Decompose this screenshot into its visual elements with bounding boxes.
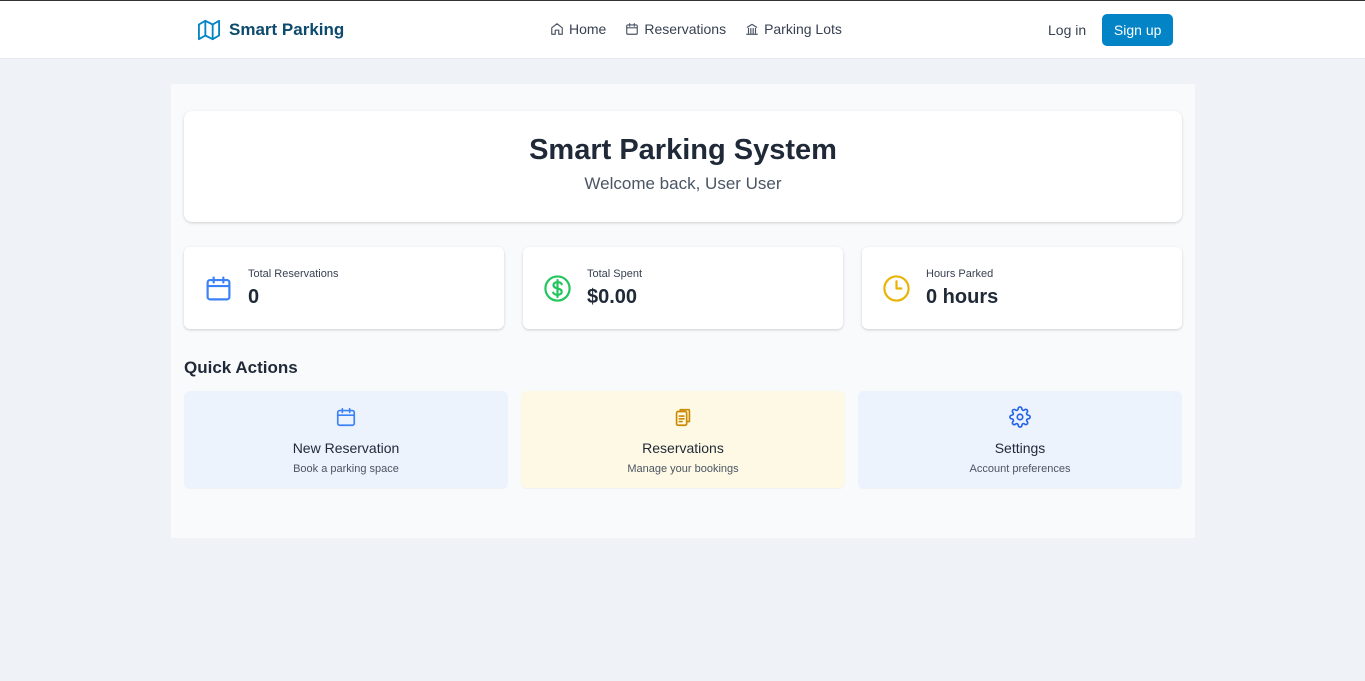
home-icon bbox=[551, 23, 563, 35]
stat-value: 0 bbox=[248, 286, 260, 308]
clipboard-icon bbox=[675, 408, 691, 427]
calendar-icon bbox=[206, 276, 231, 301]
stat-value: 0 hours bbox=[926, 286, 999, 308]
brand-name: Smart Parking bbox=[229, 20, 345, 39]
welcome-card: Smart Parking System Welcome back, User … bbox=[184, 111, 1182, 222]
page-title: Smart Parking System bbox=[529, 134, 837, 166]
action-subtitle: Book a parking space bbox=[293, 463, 399, 475]
nav-link-reservations[interactable]: Reservations bbox=[625, 21, 726, 37]
navbar: Smart Parking Home Reservations Parking … bbox=[0, 1, 1365, 59]
stat-label: Total Spent bbox=[587, 268, 643, 280]
new-reservation-card[interactable]: New Reservation Book a parking space bbox=[184, 391, 508, 488]
action-subtitle: Account preferences bbox=[969, 463, 1071, 475]
stat-card-hours-parked: Hours Parked 0 hours bbox=[862, 247, 1182, 329]
nav-link-label: Home bbox=[569, 21, 607, 37]
gear-icon bbox=[1009, 406, 1031, 428]
action-title: New Reservation bbox=[292, 440, 400, 456]
brand-logo[interactable]: Smart Parking bbox=[198, 19, 344, 41]
dashboard-container: Smart Parking System Welcome back, User … bbox=[171, 84, 1195, 538]
nav-link-label: Parking Lots bbox=[764, 21, 842, 37]
stats-row: Total Reservations 0 Total Spent $0.00 H… bbox=[184, 247, 1182, 329]
nav-link-parking-lots[interactable]: Parking Lots bbox=[745, 21, 842, 37]
clock-icon bbox=[883, 275, 910, 302]
quick-actions: New Reservation Book a parking space Res… bbox=[184, 391, 1182, 488]
action-title: Reservations bbox=[642, 440, 724, 456]
stat-label: Total Reservations bbox=[248, 268, 339, 280]
auth-actions: Log in Sign up bbox=[1048, 14, 1174, 46]
building-icon bbox=[746, 23, 758, 35]
calendar-icon bbox=[336, 407, 356, 427]
signup-button[interactable]: Sign up bbox=[1102, 14, 1174, 46]
nav-link-home[interactable]: Home bbox=[550, 21, 606, 37]
quick-actions-heading: Quick Actions bbox=[184, 358, 298, 377]
dollar-icon bbox=[544, 275, 571, 302]
stat-label: Hours Parked bbox=[926, 268, 994, 280]
action-subtitle: Manage your bookings bbox=[627, 463, 739, 475]
main-nav: Home Reservations Parking Lots bbox=[550, 21, 842, 37]
stat-card-total-reservations: Total Reservations 0 bbox=[184, 247, 504, 329]
nav-link-label: Reservations bbox=[644, 21, 727, 37]
stat-value: $0.00 bbox=[587, 286, 638, 308]
reservations-card[interactable]: Reservations Manage your bookings bbox=[521, 391, 845, 488]
settings-card[interactable]: Settings Account preferences bbox=[858, 391, 1182, 488]
login-link[interactable]: Log in bbox=[1048, 22, 1086, 38]
welcome-message: Welcome back, User User bbox=[584, 174, 782, 193]
calendar-icon bbox=[626, 23, 639, 35]
map-icon bbox=[198, 19, 220, 41]
action-title: Settings bbox=[994, 440, 1046, 456]
stat-card-total-spent: Total Spent $0.00 bbox=[523, 247, 843, 329]
